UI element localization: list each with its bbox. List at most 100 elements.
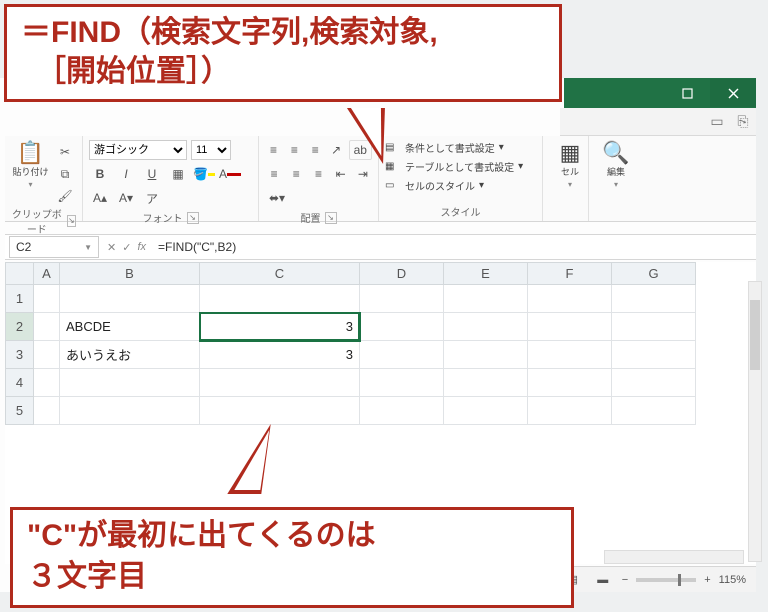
column-header[interactable]: C xyxy=(200,263,360,285)
cell[interactable] xyxy=(444,369,528,397)
conditional-format-button[interactable]: ▤条件として書式設定 ▾ xyxy=(385,140,536,155)
horizontal-scrollbar[interactable] xyxy=(604,550,744,564)
share-icon[interactable]: ⎘ xyxy=(730,112,756,132)
vertical-scrollbar[interactable] xyxy=(748,281,762,562)
bold-button[interactable]: B xyxy=(89,164,111,184)
accept-icon[interactable]: ✓ xyxy=(122,241,131,254)
cell[interactable] xyxy=(444,397,528,425)
increase-font-icon[interactable]: A▴ xyxy=(89,188,111,208)
fx-icon[interactable]: fx xyxy=(137,241,146,254)
font-size-select[interactable]: 11 xyxy=(191,140,231,160)
column-header[interactable]: A xyxy=(34,263,60,285)
launcher-icon[interactable]: ↘ xyxy=(325,212,337,224)
cell[interactable] xyxy=(444,285,528,313)
row-header[interactable]: 1 xyxy=(6,285,34,313)
cell[interactable] xyxy=(360,397,444,425)
font-name-select[interactable]: 游ゴシック xyxy=(89,140,187,160)
close-icon[interactable] xyxy=(710,79,756,107)
group-clipboard-label: クリップボード xyxy=(11,206,63,236)
formula-input[interactable]: =FIND("C",B2) xyxy=(152,236,756,258)
align-middle-icon[interactable]: ≡ xyxy=(286,140,303,160)
cancel-icon[interactable]: ✕ xyxy=(107,241,116,254)
merge-button[interactable]: ⬌▾ xyxy=(265,188,289,208)
launcher-icon[interactable]: ↘ xyxy=(187,212,199,224)
paste-button[interactable]: 📋 貼り付け ▾ xyxy=(11,140,50,189)
cell[interactable]: ABCDE xyxy=(60,313,200,341)
cell[interactable]: 3 xyxy=(200,341,360,369)
cell[interactable] xyxy=(360,341,444,369)
cell[interactable]: 3 xyxy=(200,313,360,341)
cell[interactable] xyxy=(612,369,696,397)
cell[interactable] xyxy=(200,285,360,313)
align-bottom-icon[interactable]: ≡ xyxy=(307,140,324,160)
cell[interactable] xyxy=(34,369,60,397)
cell[interactable] xyxy=(612,341,696,369)
align-left-icon[interactable]: ≡ xyxy=(265,164,283,184)
orientation-icon[interactable]: ↗ xyxy=(328,140,345,160)
border-button[interactable]: ▦ xyxy=(167,164,189,184)
cell[interactable] xyxy=(34,397,60,425)
cell[interactable] xyxy=(200,369,360,397)
maximize-icon[interactable] xyxy=(664,79,710,107)
copy-icon[interactable]: ⧉ xyxy=(54,164,76,184)
cell[interactable] xyxy=(34,313,60,341)
zoom-out-icon[interactable]: − xyxy=(622,574,628,586)
column-header[interactable]: F xyxy=(528,263,612,285)
row-header[interactable]: 3 xyxy=(6,341,34,369)
editing-button[interactable]: 🔍 編集 ▾ xyxy=(595,140,637,189)
align-top-icon[interactable]: ≡ xyxy=(265,140,282,160)
launcher-icon[interactable]: ↘ xyxy=(67,215,76,227)
select-all-corner[interactable] xyxy=(6,263,34,285)
cell[interactable] xyxy=(612,313,696,341)
column-header[interactable]: B xyxy=(60,263,200,285)
cell[interactable] xyxy=(612,397,696,425)
cells-button[interactable]: ▦ セル ▾ xyxy=(549,140,591,189)
cell[interactable]: あいうえお xyxy=(60,341,200,369)
cell-styles-button[interactable]: ▭セルのスタイル ▾ xyxy=(385,178,536,193)
zoom-in-icon[interactable]: + xyxy=(704,574,710,586)
column-header[interactable]: G xyxy=(612,263,696,285)
italic-button[interactable]: I xyxy=(115,164,137,184)
cell[interactable] xyxy=(34,285,60,313)
cell[interactable] xyxy=(360,369,444,397)
cell[interactable] xyxy=(60,285,200,313)
callout-syntax-line1: ＝FIND（検索文字列,検索対象, xyxy=(21,13,545,52)
zoom-slider[interactable] xyxy=(636,578,696,582)
ribbon-collapse-icon[interactable]: ▭ xyxy=(704,112,730,132)
row-header[interactable]: 5 xyxy=(6,397,34,425)
quick-access: ▭ ⎘ xyxy=(560,108,756,136)
phonetic-button[interactable]: ア xyxy=(141,188,163,208)
align-right-icon[interactable]: ≡ xyxy=(309,164,327,184)
cell[interactable] xyxy=(528,369,612,397)
cell[interactable] xyxy=(528,397,612,425)
font-color-button[interactable]: A xyxy=(219,164,241,184)
pagebreak-view-icon[interactable]: ▬ xyxy=(592,571,614,589)
cell[interactable] xyxy=(34,341,60,369)
name-box[interactable]: C2 ▼ xyxy=(9,236,99,258)
cell[interactable] xyxy=(360,313,444,341)
cell[interactable] xyxy=(528,285,612,313)
cell[interactable] xyxy=(444,341,528,369)
cell[interactable] xyxy=(528,341,612,369)
cell[interactable] xyxy=(528,313,612,341)
row-header[interactable]: 2 xyxy=(6,313,34,341)
fill-color-button[interactable]: 🪣 xyxy=(193,164,215,184)
zoom-level[interactable]: 115% xyxy=(719,574,746,586)
cell[interactable] xyxy=(60,397,200,425)
cell[interactable] xyxy=(200,397,360,425)
column-header[interactable]: E xyxy=(444,263,528,285)
cut-icon[interactable]: ✂ xyxy=(54,142,76,162)
indent-dec-icon[interactable]: ⇤ xyxy=(332,164,350,184)
indent-inc-icon[interactable]: ⇥ xyxy=(354,164,372,184)
format-painter-icon[interactable]: 🖌 xyxy=(54,186,76,206)
cell[interactable] xyxy=(612,285,696,313)
column-header[interactable]: D xyxy=(360,263,444,285)
align-center-icon[interactable]: ≡ xyxy=(287,164,305,184)
cell[interactable] xyxy=(444,313,528,341)
underline-button[interactable]: U xyxy=(141,164,163,184)
row-header[interactable]: 4 xyxy=(6,369,34,397)
decrease-font-icon[interactable]: A▾ xyxy=(115,188,137,208)
paste-label: 貼り付け xyxy=(12,168,48,178)
cell[interactable] xyxy=(360,285,444,313)
cell[interactable] xyxy=(60,369,200,397)
